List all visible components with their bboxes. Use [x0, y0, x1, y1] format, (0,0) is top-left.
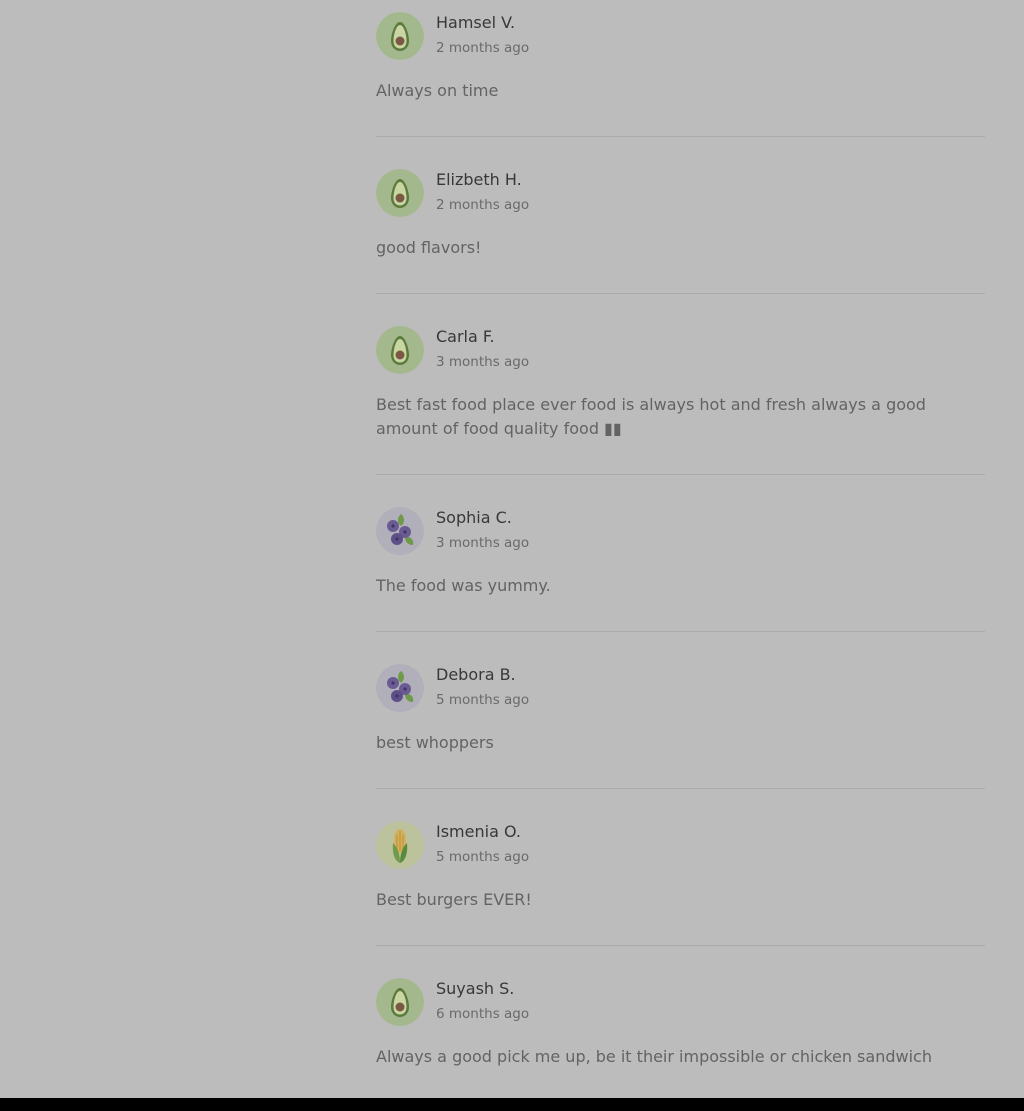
review-item: Debora B. 5 months ago best whoppers: [376, 632, 985, 789]
review-time: 2 months ago: [436, 197, 530, 213]
review-text: Best burgers EVER!: [376, 890, 532, 909]
avocado-icon: [376, 326, 424, 374]
avocado-icon: [376, 12, 424, 60]
corn-icon: [376, 821, 424, 869]
reviewer-name: Ismenia O.: [436, 822, 521, 841]
reviewer-name: Hamsel V.: [436, 13, 516, 32]
reviewer-name: Suyash S.: [436, 979, 515, 998]
review-item: Sophia C. 3 months ago The food was yumm…: [376, 475, 985, 632]
review-time: 5 months ago: [436, 692, 530, 708]
review-item: Carla F. 3 months ago Best fast food pla…: [376, 294, 985, 475]
review-item: Ismenia O. 5 months ago Best burgers EVE…: [376, 789, 985, 946]
reviewer-name: Elizbeth H.: [436, 170, 522, 189]
review-text: good flavors!: [376, 238, 482, 257]
review-time: 3 months ago: [436, 535, 530, 551]
review-time: 2 months ago: [436, 40, 530, 56]
reviewer-name: Carla F.: [436, 327, 495, 346]
review-item: Elizbeth H. 2 months ago good flavors!: [376, 137, 985, 294]
blueberries-icon: [376, 664, 424, 712]
reviewer-name: Debora B.: [436, 665, 516, 684]
review-text: Always a good pick me up, be it their im…: [376, 1047, 932, 1066]
avocado-icon: [376, 978, 424, 1026]
blueberries-icon: [376, 507, 424, 555]
review-item: Hamsel V. 2 months ago Always on time: [376, 0, 985, 137]
avocado-icon: [376, 169, 424, 217]
review-time: 5 months ago: [436, 849, 530, 865]
review-time: 3 months ago: [436, 354, 530, 370]
review-text: The food was yummy.: [376, 576, 551, 595]
review-text: Always on time: [376, 81, 499, 100]
reviews-list: Hamsel V. 2 months ago Always on time El…: [376, 0, 985, 1098]
bottom-bar: [0, 1098, 1024, 1111]
reviewer-name: Sophia C.: [436, 508, 512, 527]
review-time: 6 months ago: [436, 1006, 530, 1022]
review-item: Suyash S. 6 months ago Always a good pic…: [376, 946, 985, 1098]
review-text: Best fast food place ever food is always…: [376, 395, 926, 438]
review-text: best whoppers: [376, 733, 494, 752]
